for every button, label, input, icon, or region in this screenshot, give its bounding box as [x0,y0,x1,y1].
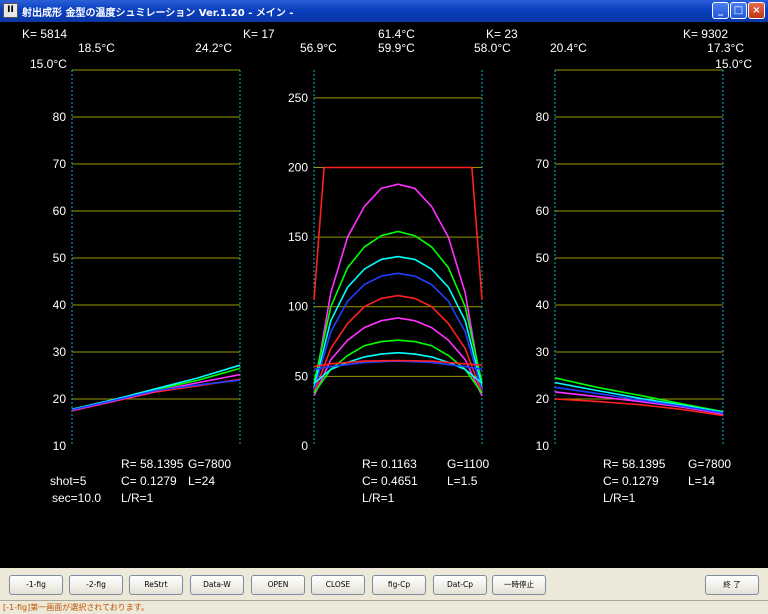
right-k-value: K= 9302 [683,27,728,41]
center-g-value: G=1100 [447,457,489,471]
right-temp-left: 20.4°C [550,41,587,55]
y-tick-label: 50 [53,251,67,265]
y-tick-label: 50 [536,251,550,265]
series-line [313,272,483,391]
series-line [554,381,724,413]
restart-button[interactable]: ReStrt [129,575,183,595]
y-tick-label: 200 [288,160,308,174]
title-bar: II 射出成形 金型の温度シュミレーション Ver.1.20 - メイン - _… [0,0,768,22]
series-line [71,364,241,411]
y-tick-label: 20 [53,392,67,406]
right-r-value: R= 58.1395 [603,457,666,471]
left-temp-left: 18.5°C [78,41,115,55]
y-tick-label: 150 [288,230,308,244]
center-k-left: K= 17 [243,27,275,41]
shot-count: shot=5 [50,474,87,488]
window-title: 射出成形 金型の温度シュミレーション Ver.1.20 - メイン - [22,8,294,19]
series-line [313,294,483,394]
y-tick-label: 70 [53,157,67,171]
right-lr-value: L/R=1 [603,491,636,505]
center-r-value: R= 0.1163 [362,457,417,471]
open-button[interactable]: OPEN [251,575,305,595]
y-tick-label: 10 [536,439,550,453]
left-r-value: R= 58.1395 [121,457,184,471]
y-tick-label: 250 [288,91,308,105]
y-tick-label: 40 [53,298,67,312]
y-tick-label: 60 [53,204,67,218]
right-g-value: G=7800 [688,457,731,471]
right-temp-right: 17.3°C [707,41,744,55]
y-tick-label: 80 [536,110,550,124]
center-temp-left: 56.9°C [300,41,337,55]
center-temp-top: 61.4°C [378,27,415,41]
series-line [313,317,483,397]
sec-value: sec=10.0 [52,491,101,505]
y-tick-label: 40 [536,298,550,312]
series-line [313,166,483,300]
center-temp-right: 58.0°C [474,41,511,55]
y-tick-label: 10 [53,439,67,453]
left-l-value: L=24 [188,474,215,488]
minimize-button[interactable]: _ [712,2,729,19]
y-tick-label: 70 [536,157,550,171]
y-tick-label: 60 [536,204,550,218]
fig-copy-button[interactable]: fig-Cp [372,575,426,595]
left-temp-right: 24.2°C [195,41,232,55]
status-bar: [-1-fig]第一画面が選択されております。 [0,600,768,614]
button-bar: -1-fig -2-fig ReStrt Data-W OPEN CLOSE f… [0,568,768,600]
y-tick-label: 20 [536,392,550,406]
center-l-value: L=1.5 [447,474,478,488]
pause-button[interactable]: 一時停止 [492,575,546,595]
y-tick-label: 100 [288,300,308,314]
maximize-button[interactable]: □ [730,2,747,19]
y-tick-label: 80 [53,110,67,124]
right-temp-base: 15.0°C [715,57,752,71]
center-c-value: C= 0.4651 [362,474,418,488]
center-lr-value: L/R=1 [362,491,395,505]
left-lr-value: L/R=1 [121,491,154,505]
y-tick-label: 0 [301,439,308,453]
fig2-button[interactable]: -2-fig [69,575,123,595]
left-k-value: K= 5814 [22,27,67,41]
center-k-right: K= 23 [486,27,518,41]
y-tick-label: 30 [53,345,67,359]
close-port-button[interactable]: CLOSE [311,575,365,595]
left-c-value: C= 0.1279 [121,474,177,488]
simulation-canvas: 10 20 30 40 50 60 70 80 0 50 100 150 200 250 10 20 30 40 5… [0,22,768,568]
right-l-value: L=14 [688,474,715,488]
exit-button[interactable]: 終 了 [705,575,759,595]
right-c-value: C= 0.1279 [603,474,659,488]
series-line [313,255,483,388]
data-copy-button[interactable]: Dat-Cp [433,575,487,595]
fig1-button[interactable]: -1-fig [9,575,63,595]
center-temp-mid: 59.9°C [378,41,415,55]
app-icon: II [3,3,18,18]
left-temp-base: 15.0°C [30,57,67,71]
close-button[interactable]: × [748,2,765,19]
temperature-charts: 10 20 30 40 50 60 70 80 0 50 100 150 200 250 10 20 30 40 5… [22,27,752,505]
y-tick-label: 50 [295,369,309,383]
y-tick-label: 30 [536,345,550,359]
left-g-value: G=7800 [188,457,231,471]
data-write-button[interactable]: Data-W [190,575,244,595]
series-line [313,351,483,384]
series-line [71,378,241,412]
